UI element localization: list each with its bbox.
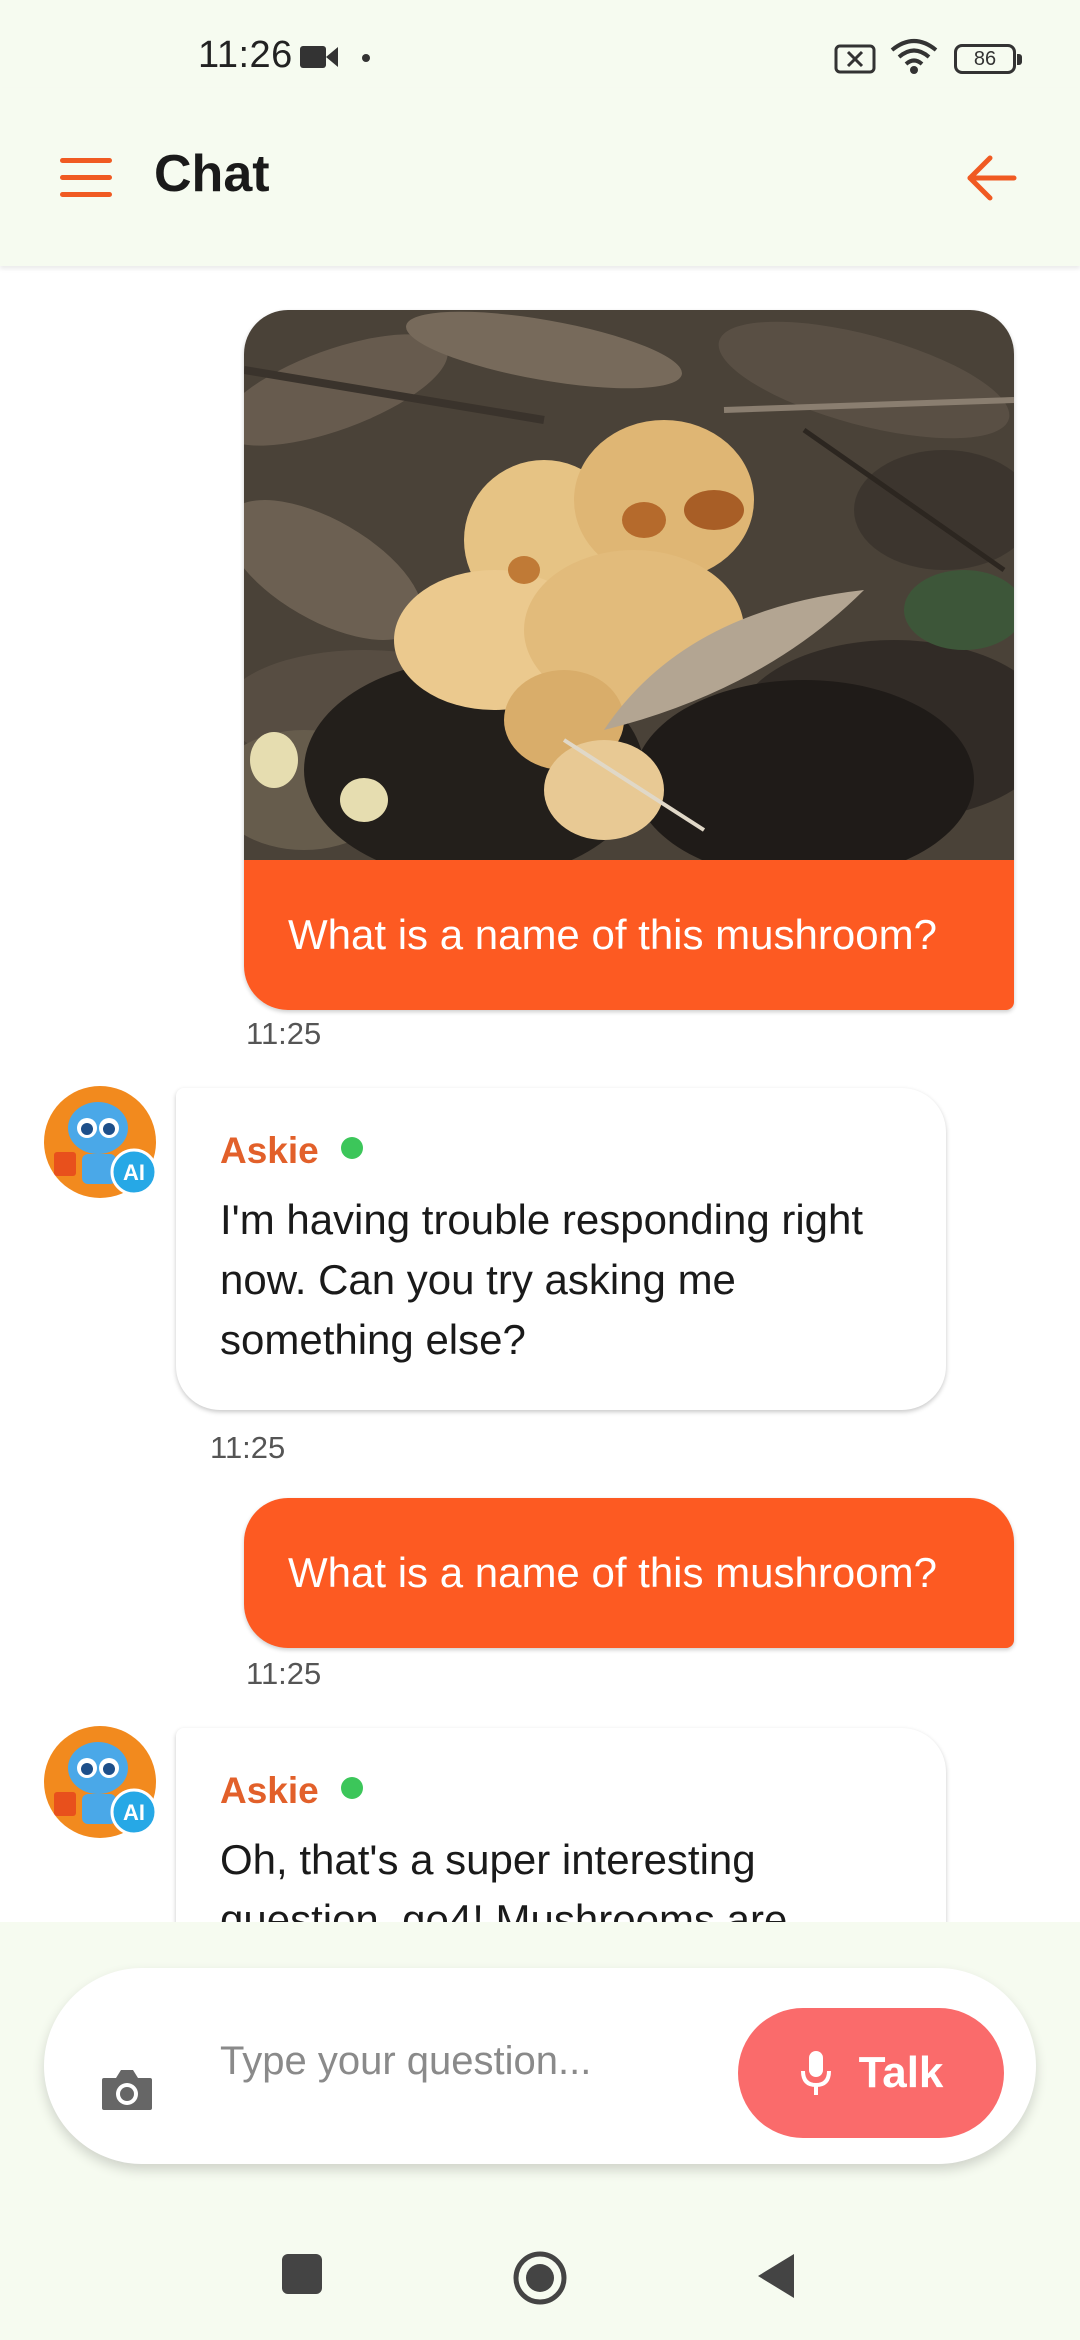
chat-messages[interactable]: What is a name of this mushroom? 11:25 A… [0, 266, 1080, 1922]
no-sim-icon [834, 44, 876, 74]
status-time: 11:26 [198, 34, 293, 76]
user-image-message[interactable]: What is a name of this mushroom? [244, 310, 1014, 1010]
notification-dot [362, 54, 370, 62]
bot-message[interactable]: Askie I'm having trouble responding righ… [176, 1088, 946, 1410]
mushroom-photo[interactable] [244, 310, 1014, 860]
bot-name: Askie [220, 1130, 319, 1171]
message-timestamp: 11:25 [246, 1016, 322, 1051]
camera-icon[interactable] [100, 2066, 154, 2112]
status-bar: 11:26 86 [0, 0, 1080, 88]
robot-avatar-icon: AI [44, 1086, 156, 1198]
avatar-ai-badge: AI [123, 1800, 145, 1825]
page-title: Chat [154, 145, 270, 203]
message-timestamp: 11:25 [246, 1656, 322, 1691]
composer-area: Talk [0, 1922, 1080, 2232]
back-arrow-icon[interactable] [962, 150, 1022, 206]
composer: Talk [44, 1968, 1036, 2164]
video-camera-icon [300, 46, 338, 68]
nav-back-button[interactable] [756, 2252, 796, 2300]
system-nav-bar [0, 2232, 1080, 2340]
online-status-dot [340, 1777, 363, 1799]
talk-button[interactable]: Talk [738, 2008, 1004, 2138]
robot-avatar-icon: AI [44, 1726, 156, 1838]
bot-message-text: I'm having trouble responding right now.… [220, 1196, 864, 1363]
online-status-dot [340, 1137, 363, 1159]
bot-message-text: Oh, that's a super interesting question,… [220, 1836, 788, 1922]
mic-icon [800, 2051, 831, 2095]
menu-icon[interactable] [60, 158, 112, 198]
avatar-ai-badge: AI [123, 1160, 145, 1185]
user-message[interactable]: What is a name of this mushroom? [244, 1498, 1014, 1648]
talk-label: Talk [858, 2048, 944, 2097]
user-message-text: What is a name of this mushroom? [244, 860, 1014, 1010]
wifi-icon [890, 39, 938, 74]
bot-message[interactable]: Askie Oh, that's a super interesting que… [176, 1728, 946, 1922]
recent-apps-button[interactable] [282, 2254, 322, 2294]
home-button[interactable] [512, 2250, 568, 2306]
message-timestamp: 11:25 [210, 1430, 286, 1465]
bot-name: Askie [220, 1770, 319, 1811]
question-input[interactable] [220, 2026, 740, 2096]
battery-indicator: 86 [954, 44, 1022, 74]
app-bar: Chat [0, 88, 1080, 266]
